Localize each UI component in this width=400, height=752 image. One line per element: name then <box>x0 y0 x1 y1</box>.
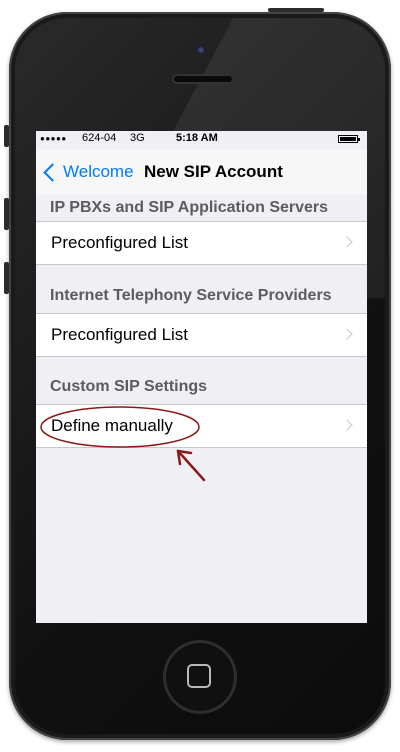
highlight-ellipse <box>40 406 200 448</box>
annotation-overlay <box>40 406 206 482</box>
pointer-arrow <box>176 449 206 482</box>
